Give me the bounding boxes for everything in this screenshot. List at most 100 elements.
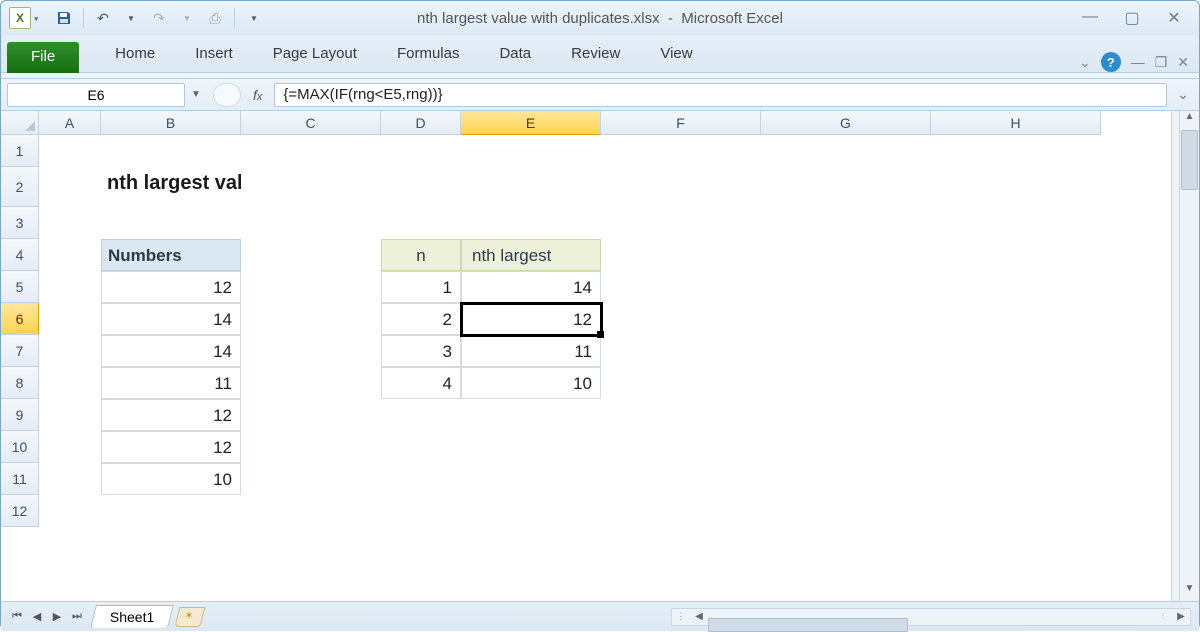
n-header[interactable]: n (381, 239, 461, 271)
tab-page-layout[interactable]: Page Layout (253, 39, 377, 72)
cell[interactable] (761, 271, 931, 303)
cell[interactable] (931, 367, 1101, 399)
cell[interactable] (461, 167, 601, 207)
redo-more-icon[interactable]: ▼ (176, 7, 198, 29)
cell[interactable] (461, 207, 601, 239)
numbers-cell[interactable]: 12 (101, 399, 241, 431)
numbers-cell[interactable]: 12 (101, 271, 241, 303)
cell[interactable] (461, 495, 601, 527)
cell[interactable] (101, 495, 241, 527)
col-header-D[interactable]: D (381, 111, 461, 135)
cell[interactable] (241, 463, 381, 495)
cell[interactable] (761, 335, 931, 367)
cell[interactable] (931, 135, 1101, 167)
redo-icon[interactable]: ↷ (148, 7, 170, 29)
cell[interactable] (761, 367, 931, 399)
col-header-E[interactable]: E (461, 111, 601, 135)
cell[interactable] (601, 271, 761, 303)
cell[interactable] (931, 431, 1101, 463)
cell[interactable] (381, 207, 461, 239)
sheet-tab-sheet1[interactable]: Sheet1 (90, 605, 174, 628)
workbook-restore-icon[interactable]: ❐ (1155, 54, 1168, 71)
cell[interactable] (461, 135, 601, 167)
nth-cell-selected[interactable]: 12 (461, 303, 601, 335)
n-cell[interactable]: 3 (381, 335, 461, 367)
cell[interactable] (601, 303, 761, 335)
workbook-minimize-icon[interactable]: ― (1131, 54, 1145, 70)
insert-function-pill[interactable] (213, 83, 241, 107)
cell[interactable] (381, 431, 461, 463)
row-header-8[interactable]: 8 (1, 367, 39, 399)
cell[interactable] (601, 207, 761, 239)
cell[interactable] (931, 271, 1101, 303)
col-header-H[interactable]: H (931, 111, 1101, 135)
cell[interactable] (761, 135, 931, 167)
scroll-right-icon[interactable]: ▶ (1172, 611, 1190, 622)
cell[interactable] (241, 399, 381, 431)
name-box[interactable]: E6 (7, 83, 185, 107)
nth-cell[interactable]: 10 (461, 367, 601, 399)
numbers-cell[interactable]: 11 (101, 367, 241, 399)
cell[interactable] (761, 399, 931, 431)
formula-bar-expand-icon[interactable]: ⌄ (1173, 86, 1193, 103)
cell[interactable] (931, 463, 1101, 495)
cell[interactable] (241, 335, 381, 367)
cell[interactable] (461, 399, 601, 431)
row-header-9[interactable]: 9 (1, 399, 39, 431)
vertical-scrollbar[interactable]: ▲ ▼ (1179, 111, 1199, 601)
cell[interactable] (761, 495, 931, 527)
name-box-dropdown-icon[interactable]: ▼ (185, 89, 207, 100)
numbers-header[interactable]: Numbers (101, 239, 241, 271)
row-header-3[interactable]: 3 (1, 207, 39, 239)
tab-view[interactable]: View (640, 39, 712, 72)
scroll-up-icon[interactable]: ▲ (1180, 111, 1199, 129)
cell[interactable] (931, 303, 1101, 335)
cell[interactable] (761, 239, 931, 271)
tab-data[interactable]: Data (479, 39, 551, 72)
next-sheet-icon[interactable]: ▶ (47, 610, 67, 623)
cell[interactable] (39, 399, 101, 431)
tab-formulas[interactable]: Formulas (377, 39, 480, 72)
cell[interactable] (39, 335, 101, 367)
row-header-7[interactable]: 7 (1, 335, 39, 367)
cell[interactable] (931, 335, 1101, 367)
cell[interactable] (761, 207, 931, 239)
scroll-thumb-vertical[interactable] (1181, 130, 1198, 190)
sheet-title[interactable]: nth largest value with duplicates (101, 167, 241, 207)
cell[interactable] (241, 303, 381, 335)
cell[interactable] (241, 271, 381, 303)
cell[interactable] (931, 207, 1101, 239)
cell[interactable] (761, 431, 931, 463)
cell[interactable] (241, 495, 381, 527)
scroll-down-icon[interactable]: ▼ (1180, 583, 1199, 601)
cell[interactable] (241, 167, 381, 207)
cell[interactable] (461, 463, 601, 495)
cell[interactable] (381, 167, 461, 207)
minimize-icon[interactable]: ― (1079, 8, 1101, 28)
n-cell[interactable]: 2 (381, 303, 461, 335)
select-all-corner[interactable] (1, 111, 39, 135)
scroll-track-vertical[interactable] (1180, 191, 1199, 583)
nth-cell[interactable]: 14 (461, 271, 601, 303)
fx-icon[interactable]: fx (247, 87, 268, 103)
tab-split-handle[interactable]: ⋮ (672, 611, 690, 622)
col-header-A[interactable]: A (39, 111, 101, 135)
nth-cell[interactable]: 11 (461, 335, 601, 367)
cell[interactable] (381, 463, 461, 495)
cell[interactable] (241, 239, 381, 271)
row-header-12[interactable]: 12 (1, 495, 39, 527)
n-cell[interactable]: 1 (381, 271, 461, 303)
col-header-F[interactable]: F (601, 111, 761, 135)
maximize-icon[interactable]: ▢ (1121, 8, 1143, 28)
undo-icon[interactable]: ↶ (92, 7, 114, 29)
n-cell[interactable]: 4 (381, 367, 461, 399)
split-handle-vertical[interactable] (1171, 111, 1179, 601)
tab-home[interactable]: Home (95, 39, 175, 72)
new-sheet-icon[interactable] (175, 607, 206, 627)
cell[interactable] (39, 207, 101, 239)
tab-review[interactable]: Review (551, 39, 640, 72)
cell[interactable] (461, 431, 601, 463)
col-header-B[interactable]: B (101, 111, 241, 135)
numbers-cell[interactable]: 14 (101, 303, 241, 335)
cell[interactable] (101, 135, 241, 167)
